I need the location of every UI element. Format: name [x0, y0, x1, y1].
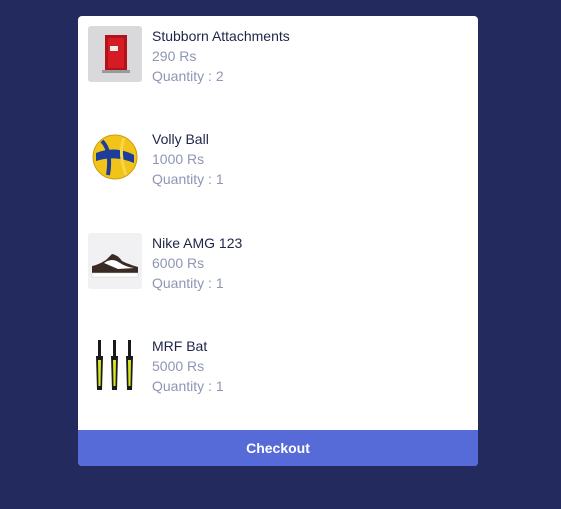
item-info: Stubborn Attachments 290 Rs Quantity : 2 — [152, 26, 290, 86]
item-quantity: Quantity : 2 — [152, 66, 290, 86]
quantity-label: Quantity : — [152, 378, 212, 394]
sneaker-icon — [88, 233, 142, 289]
cricket-bat-icon — [88, 336, 142, 392]
checkout-button[interactable]: Checkout — [78, 430, 478, 466]
item-name: Nike AMG 123 — [152, 235, 243, 251]
item-name: Volly Ball — [152, 131, 209, 147]
item-name: Stubborn Attachments — [152, 28, 290, 44]
volleyball-icon — [88, 129, 142, 185]
item-price: 5000 Rs — [152, 358, 205, 374]
item-info: Volly Ball 1000 Rs Quantity : 1 — [152, 129, 224, 189]
item-info: Nike AMG 123 6000 Rs Quantity : 1 — [152, 233, 242, 293]
quantity-label: Quantity : — [152, 275, 212, 291]
item-quantity: Quantity : 1 — [152, 273, 242, 293]
cart-item[interactable]: Nike AMG 123 6000 Rs Quantity : 1 — [88, 223, 468, 291]
item-quantity: Quantity : 1 — [152, 376, 224, 396]
item-price: 290 Rs — [152, 48, 197, 64]
cart-item[interactable]: Volly Ball 1000 Rs Quantity : 1 — [88, 119, 468, 187]
cart-panel: Stubborn Attachments 290 Rs Quantity : 2… — [78, 16, 478, 466]
item-quantity: Quantity : 1 — [152, 169, 224, 189]
quantity-value: 1 — [215, 171, 224, 187]
quantity-label: Quantity : — [152, 68, 212, 84]
item-info: MRF Bat 5000 Rs Quantity : 1 — [152, 336, 224, 396]
item-price: 6000 Rs — [152, 255, 205, 271]
cart-item[interactable]: Stubborn Attachments 290 Rs Quantity : 2 — [88, 16, 468, 84]
quantity-value: 1 — [215, 378, 224, 394]
quantity-label: Quantity : — [152, 171, 212, 187]
quantity-value: 1 — [215, 275, 224, 291]
quantity-value: 2 — [215, 68, 224, 84]
cart-item[interactable]: MRF Bat 5000 Rs Quantity : 1 — [88, 326, 468, 394]
book-icon — [88, 26, 142, 82]
item-price: 1000 Rs — [152, 151, 205, 167]
item-name: MRF Bat — [152, 338, 208, 354]
